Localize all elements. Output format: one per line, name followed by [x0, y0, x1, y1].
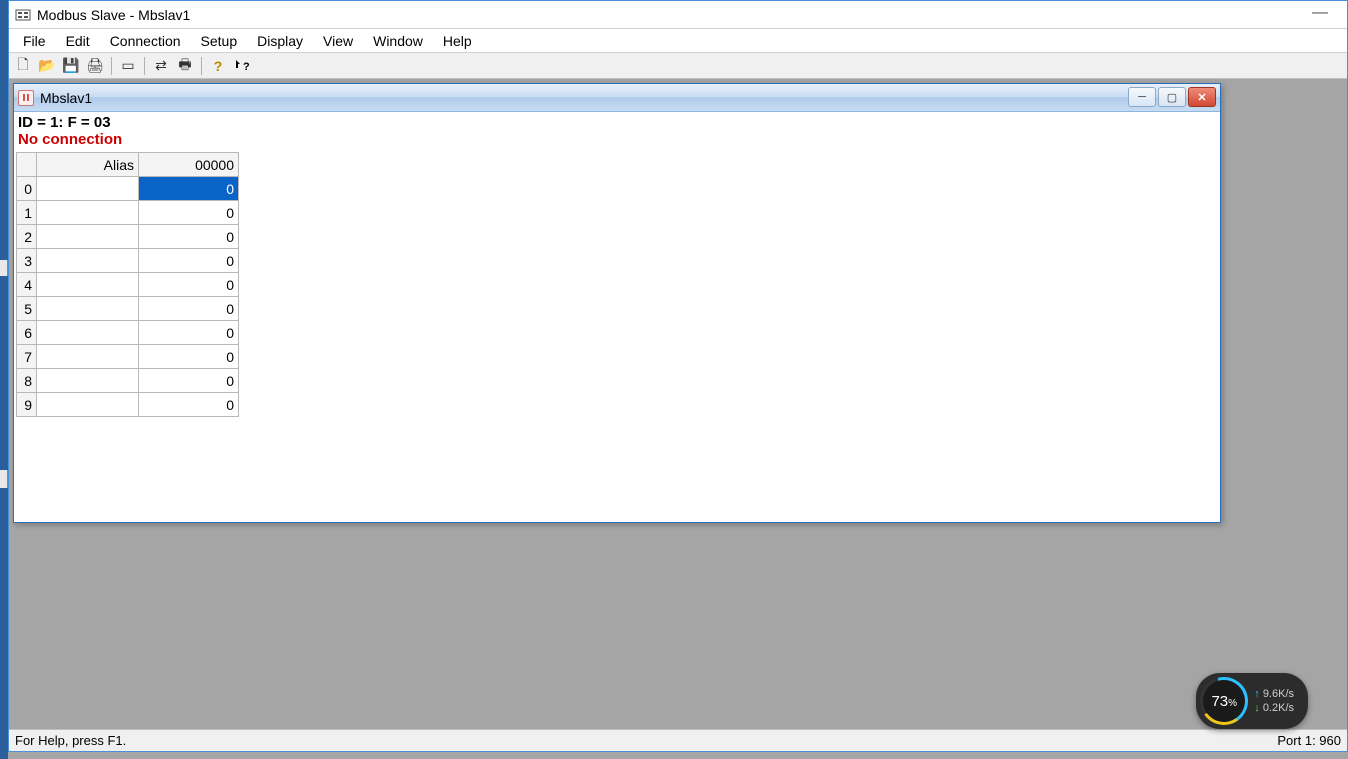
- mdi-client-area: Mbslav1 ─ ▢ ✕ ID = 1: F = 03 No connecti…: [9, 79, 1347, 729]
- network-monitor-widget[interactable]: 73% 9.6K/s 0.2K/s: [1196, 673, 1308, 729]
- upload-rate: 9.6K/s: [1254, 688, 1294, 700]
- comm-settings-button[interactable]: ⇄: [151, 56, 171, 76]
- open-button[interactable]: 📂: [37, 56, 57, 76]
- status-port-info: Port 1: 960: [1277, 733, 1341, 748]
- table-row[interactable]: 30: [17, 249, 239, 273]
- value-cell[interactable]: 0: [139, 345, 239, 369]
- alias-cell[interactable]: [37, 345, 139, 369]
- row-header[interactable]: 6: [17, 321, 37, 345]
- child-icon: [18, 90, 34, 106]
- status-help-hint: For Help, press F1.: [15, 733, 126, 748]
- slave-id-line: ID = 1: F = 03: [16, 114, 1218, 131]
- toolbar-separator: [144, 57, 145, 75]
- app-icon: [15, 7, 31, 23]
- row-header[interactable]: 2: [17, 225, 37, 249]
- table-row[interactable]: 40: [17, 273, 239, 297]
- alias-cell[interactable]: [37, 273, 139, 297]
- table-row[interactable]: 00: [17, 177, 239, 201]
- value-cell[interactable]: 0: [139, 249, 239, 273]
- menu-connection[interactable]: Connection: [100, 31, 191, 51]
- app-title: Modbus Slave - Mbslav1: [37, 7, 190, 23]
- value-cell[interactable]: 0: [139, 177, 239, 201]
- table-row[interactable]: 10: [17, 201, 239, 225]
- row-header[interactable]: 1: [17, 201, 37, 225]
- table-row[interactable]: 50: [17, 297, 239, 321]
- address-header[interactable]: 00000: [139, 153, 239, 177]
- row-header[interactable]: 9: [17, 393, 37, 417]
- adjacent-window-edge: [0, 0, 8, 759]
- child-body: ID = 1: F = 03 No connection Alias 00000…: [14, 112, 1220, 522]
- whats-this-icon: ?: [234, 58, 250, 74]
- print-button[interactable]: 🖨: [85, 56, 105, 76]
- alias-cell[interactable]: [37, 201, 139, 225]
- svg-text:?: ?: [243, 61, 250, 73]
- network-rates: 9.6K/s 0.2K/s: [1254, 688, 1294, 714]
- child-minimize-button[interactable]: ─: [1128, 87, 1156, 107]
- alias-cell[interactable]: [37, 177, 139, 201]
- table-row[interactable]: 70: [17, 345, 239, 369]
- save-button[interactable]: 💾: [61, 56, 81, 76]
- menubar: File Edit Connection Setup Display View …: [9, 29, 1347, 53]
- connection-status: No connection: [16, 131, 1218, 152]
- row-header[interactable]: 8: [17, 369, 37, 393]
- table-row[interactable]: 80: [17, 369, 239, 393]
- table-row[interactable]: 20: [17, 225, 239, 249]
- app-minimize-button[interactable]: —: [1305, 5, 1335, 25]
- alias-cell[interactable]: [37, 297, 139, 321]
- child-titlebar[interactable]: Mbslav1 ─ ▢ ✕: [14, 84, 1220, 112]
- register-grid[interactable]: Alias 00000 00102030405060708090: [16, 152, 239, 417]
- menu-display[interactable]: Display: [247, 31, 313, 51]
- table-row[interactable]: 90: [17, 393, 239, 417]
- child-window-mbslav1: Mbslav1 ─ ▢ ✕ ID = 1: F = 03 No connecti…: [13, 83, 1221, 523]
- corner-header: [17, 153, 37, 177]
- usage-percent: 73%: [1211, 693, 1237, 710]
- toolbar-separator: [111, 57, 112, 75]
- value-cell[interactable]: 0: [139, 297, 239, 321]
- comm-log-button[interactable]: 🖶: [175, 56, 195, 76]
- menu-help[interactable]: Help: [433, 31, 482, 51]
- child-close-button[interactable]: ✕: [1188, 87, 1216, 107]
- toolbar-separator: [201, 57, 202, 75]
- alias-cell[interactable]: [37, 369, 139, 393]
- child-window-controls: ─ ▢ ✕: [1128, 87, 1216, 107]
- menu-edit[interactable]: Edit: [56, 31, 100, 51]
- menu-setup[interactable]: Setup: [191, 31, 248, 51]
- menu-file[interactable]: File: [13, 31, 56, 51]
- alias-cell[interactable]: [37, 225, 139, 249]
- menu-window[interactable]: Window: [363, 31, 433, 51]
- value-cell[interactable]: 0: [139, 273, 239, 297]
- value-cell[interactable]: 0: [139, 321, 239, 345]
- menu-view[interactable]: View: [313, 31, 363, 51]
- new-button[interactable]: 🗋: [13, 56, 33, 76]
- alias-header[interactable]: Alias: [37, 153, 139, 177]
- window-button[interactable]: ▭: [118, 56, 138, 76]
- toolbar: 🗋 📂 💾 🖨 ▭ ⇄ 🖶 ? ?: [9, 53, 1347, 79]
- value-cell[interactable]: 0: [139, 225, 239, 249]
- row-header[interactable]: 7: [17, 345, 37, 369]
- row-header[interactable]: 3: [17, 249, 37, 273]
- row-header[interactable]: 5: [17, 297, 37, 321]
- child-title: Mbslav1: [40, 90, 92, 106]
- help-button[interactable]: ?: [208, 56, 228, 76]
- alias-cell[interactable]: [37, 249, 139, 273]
- child-maximize-button[interactable]: ▢: [1158, 87, 1186, 107]
- value-cell[interactable]: 0: [139, 393, 239, 417]
- table-row[interactable]: 60: [17, 321, 239, 345]
- value-cell[interactable]: 0: [139, 201, 239, 225]
- statusbar: For Help, press F1. Port 1: 960: [9, 729, 1347, 751]
- row-header[interactable]: 4: [17, 273, 37, 297]
- app-titlebar[interactable]: Modbus Slave - Mbslav1 —: [9, 1, 1347, 29]
- value-cell[interactable]: 0: [139, 369, 239, 393]
- alias-cell[interactable]: [37, 393, 139, 417]
- main-window: Modbus Slave - Mbslav1 — File Edit Conne…: [8, 0, 1348, 752]
- usage-ring-icon: 73%: [1200, 677, 1248, 725]
- whats-this-button[interactable]: ?: [232, 56, 252, 76]
- alias-cell[interactable]: [37, 321, 139, 345]
- download-rate: 0.2K/s: [1254, 702, 1294, 714]
- row-header[interactable]: 0: [17, 177, 37, 201]
